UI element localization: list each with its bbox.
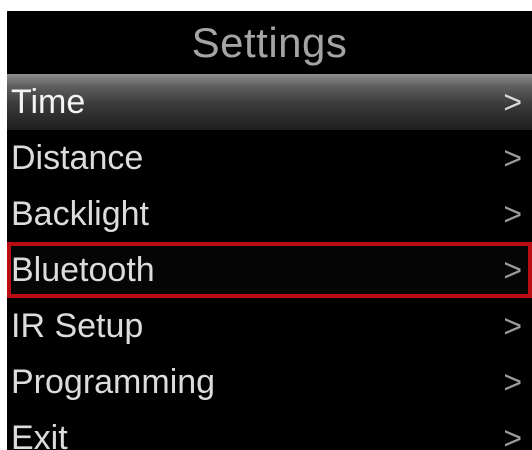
page-title: Settings: [191, 18, 348, 66]
chevron-right-icon: >: [503, 419, 522, 450]
chevron-right-icon: >: [503, 363, 522, 400]
menu-item-label: Bluetooth: [11, 250, 155, 289]
menu-item-programming[interactable]: Programming >: [7, 354, 532, 410]
settings-menu: Time > Distance > Backlight > Bluetooth …: [7, 74, 532, 450]
menu-item-bluetooth[interactable]: Bluetooth >: [7, 242, 532, 298]
chevron-right-icon: >: [503, 307, 522, 344]
menu-item-exit[interactable]: Exit >: [7, 410, 532, 450]
chevron-right-icon: >: [503, 195, 522, 232]
menu-item-label: Distance: [11, 138, 144, 177]
chevron-right-icon: >: [503, 83, 522, 120]
settings-screen: Settings Time > Distance > Backlight > B…: [7, 11, 532, 450]
menu-item-ir-setup[interactable]: IR Setup >: [7, 298, 532, 354]
menu-item-label: Programming: [11, 362, 216, 401]
chevron-right-icon: >: [503, 251, 522, 288]
chevron-right-icon: >: [503, 139, 522, 176]
menu-item-label: Time: [11, 82, 86, 121]
menu-item-backlight[interactable]: Backlight >: [7, 186, 532, 242]
menu-item-label: Exit: [11, 418, 68, 450]
menu-item-time[interactable]: Time >: [7, 74, 532, 130]
menu-item-label: Backlight: [11, 194, 149, 233]
menu-item-distance[interactable]: Distance >: [7, 130, 532, 186]
menu-item-label: IR Setup: [11, 306, 144, 345]
